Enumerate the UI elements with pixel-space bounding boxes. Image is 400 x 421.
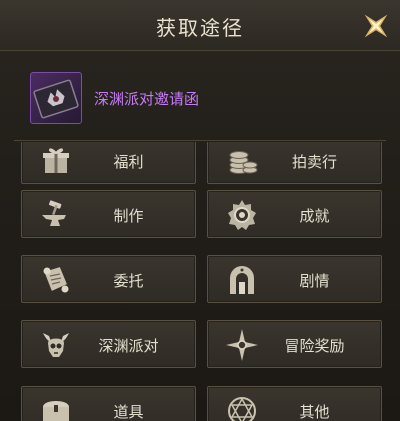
source-label: 福利: [113, 153, 144, 171]
source-button-achievement[interactable]: 成就: [207, 190, 382, 238]
panel-title: 获取途径: [156, 16, 244, 40]
source-button-auction[interactable]: 拍卖行: [207, 142, 382, 184]
panel-header: 获取途径: [0, 0, 400, 51]
close-x-star-icon[interactable]: [356, 6, 396, 46]
source-button-item[interactable]: 道具: [21, 386, 196, 421]
source-label: 道具: [113, 403, 144, 421]
source-button-adventure-reward[interactable]: 冒险奖励: [207, 320, 382, 368]
source-label: 剧情: [299, 272, 330, 290]
invitation-card-icon: [30, 72, 82, 124]
source-label: 委托: [113, 272, 144, 290]
item-row: 深渊派对邀请函: [0, 54, 400, 136]
source-label: 成就: [299, 207, 330, 225]
source-button-abyss-party[interactable]: 深渊派对: [21, 320, 196, 368]
item-name: 深渊派对邀请函: [94, 90, 200, 108]
source-button-story[interactable]: 剧情: [207, 255, 382, 303]
source-label: 制作: [113, 207, 144, 225]
source-button-other[interactable]: 其他: [207, 386, 382, 421]
source-button-commission[interactable]: 委托: [21, 255, 196, 303]
acquisition-panel: 获取途径 深渊派对邀请函 福利 拍卖行 制作 成就 委托 剧情 深渊派对 冒险奖…: [0, 0, 400, 421]
source-label: 冒险奖励: [284, 337, 345, 355]
source-label: 深渊派对: [98, 337, 159, 355]
source-grid: 福利 拍卖行 制作 成就 委托 剧情 深渊派对 冒险奖励 道具 其他: [0, 142, 400, 421]
source-button-crafting[interactable]: 制作: [21, 190, 196, 238]
divider: [14, 140, 386, 141]
source-label: 其他: [299, 403, 330, 421]
source-label: 拍卖行: [291, 153, 337, 171]
source-button-welfare[interactable]: 福利: [21, 142, 196, 184]
